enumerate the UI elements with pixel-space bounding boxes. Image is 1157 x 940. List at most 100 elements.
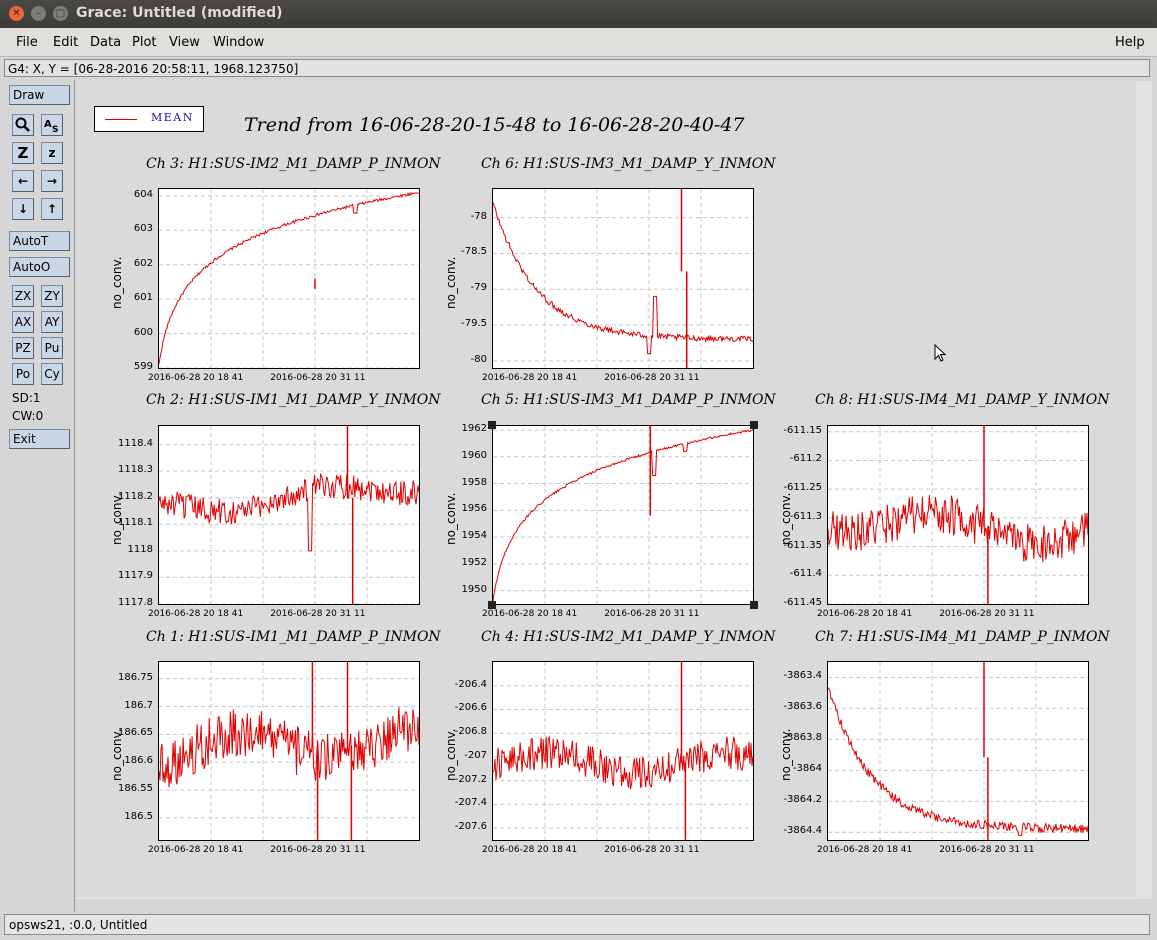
plot-area[interactable] bbox=[158, 188, 420, 369]
arrow-left-icon: ← bbox=[17, 174, 29, 188]
scroll-up-button[interactable]: ↑ bbox=[41, 198, 63, 220]
svg-text:S: S bbox=[52, 125, 58, 135]
y-tick-label: -207.2 bbox=[454, 773, 487, 785]
minimize-window-icon[interactable]: – bbox=[31, 6, 46, 21]
plot-area[interactable] bbox=[492, 661, 754, 841]
y-tick-label: 1117.9 bbox=[118, 570, 153, 582]
selection-handle[interactable] bbox=[750, 601, 758, 609]
legend-line bbox=[105, 119, 137, 120]
autoo-button[interactable]: AutoO bbox=[9, 257, 70, 277]
autot-button[interactable]: AutoT bbox=[9, 231, 70, 251]
zy-button[interactable]: ZY bbox=[41, 285, 63, 307]
x-tick-label: 2016-06-28 20 18 41 bbox=[148, 845, 244, 855]
plot-canvas[interactable]: MEAN Trend from 16-06-28-20-15-48 to 16-… bbox=[76, 81, 1136, 897]
plot-svg bbox=[493, 426, 753, 604]
plot-svg bbox=[159, 662, 419, 840]
y-tick-label: 602 bbox=[133, 257, 153, 269]
menu-help[interactable]: Help bbox=[1115, 35, 1145, 50]
mouse-cursor-icon bbox=[934, 344, 947, 362]
selection-handle[interactable] bbox=[488, 421, 496, 429]
series-line-mean bbox=[159, 472, 419, 552]
y-tick-label: -79 bbox=[470, 282, 487, 294]
plot-svg bbox=[828, 426, 1088, 604]
legend-label: MEAN bbox=[151, 111, 194, 124]
y-tick-label: 1118.3 bbox=[118, 464, 153, 476]
y-tick-label: 1960 bbox=[461, 449, 487, 461]
zx-button[interactable]: ZX bbox=[12, 285, 34, 307]
y-tick-label: 604 bbox=[133, 188, 153, 200]
y-tick-label: 601 bbox=[133, 292, 153, 304]
arrow-down-icon: ↓ bbox=[17, 202, 29, 216]
y-tick-label: 1118 bbox=[127, 543, 153, 555]
menu-window[interactable]: Window bbox=[213, 35, 264, 50]
menu-plot[interactable]: Plot bbox=[132, 35, 157, 50]
y-tick-label: -206.8 bbox=[454, 726, 487, 738]
menu-bar: File Edit Data Plot View Window Help bbox=[0, 28, 1157, 57]
maximize-window-icon[interactable]: □ bbox=[53, 6, 68, 21]
selection-handle[interactable] bbox=[750, 421, 758, 429]
menu-view[interactable]: View bbox=[169, 35, 200, 50]
exit-button[interactable]: Exit bbox=[9, 429, 70, 449]
y-tick-label: 1118.1 bbox=[118, 517, 153, 529]
tool-panel: Draw AS Z z ← → ↓ ↑ AutoT AutoO ZX ZY AX… bbox=[0, 80, 75, 912]
cy-button[interactable]: Cy bbox=[41, 363, 63, 385]
zoom-button[interactable] bbox=[12, 114, 34, 136]
menu-data[interactable]: Data bbox=[90, 35, 121, 50]
x-tick-label: 2016-06-28 20 18 41 bbox=[817, 609, 913, 619]
window-title: Grace: Untitled (modified) bbox=[76, 5, 283, 21]
y-tick-label: -3863.8 bbox=[783, 732, 822, 744]
plot-svg bbox=[828, 662, 1088, 840]
arrow-right-icon: → bbox=[46, 174, 58, 188]
autoscale-button[interactable]: AS bbox=[41, 114, 63, 136]
ay-button[interactable]: AY bbox=[41, 311, 63, 333]
menu-file[interactable]: File bbox=[16, 35, 38, 50]
plot-svg bbox=[159, 189, 419, 368]
canvas-area[interactable]: MEAN Trend from 16-06-28-20-15-48 to 16-… bbox=[76, 81, 1152, 899]
plot-area[interactable] bbox=[492, 188, 754, 369]
status-bar: opsws21, :0.0, Untitled bbox=[4, 914, 1150, 935]
zoom-out-button[interactable]: z bbox=[41, 142, 63, 164]
x-tick-label: 2016-06-28 20 31 11 bbox=[604, 609, 700, 619]
scroll-right-button[interactable]: → bbox=[41, 170, 63, 192]
y-tick-label: -611.35 bbox=[783, 539, 822, 551]
pz-button[interactable]: PZ bbox=[12, 337, 34, 359]
x-tick-label: 2016-06-28 20 31 11 bbox=[604, 845, 700, 855]
y-tick-label: -611.2 bbox=[789, 453, 822, 465]
draw-button[interactable]: Draw bbox=[9, 85, 70, 105]
plot-area[interactable] bbox=[158, 661, 420, 841]
locator-display: G4: X, Y = [06-28-2016 20:58:11, 1968.12… bbox=[4, 59, 1150, 77]
plot-area[interactable] bbox=[827, 661, 1089, 841]
y-tick-label: 600 bbox=[133, 326, 153, 338]
chart-title: Ch 6: H1:SUS-IM3_M1_DAMP_Y_INMON bbox=[481, 156, 776, 172]
current-world-label: CW:0 bbox=[12, 409, 44, 423]
y-tick-label: 186.5 bbox=[124, 810, 153, 822]
zoom-in-button[interactable]: Z bbox=[12, 142, 34, 164]
y-tick-label: 1952 bbox=[461, 556, 487, 568]
y-tick-label: 1954 bbox=[461, 530, 487, 542]
menu-edit[interactable]: Edit bbox=[53, 35, 78, 50]
plot-area[interactable] bbox=[492, 425, 754, 605]
close-window-icon[interactable]: ✕ bbox=[9, 6, 24, 21]
plot-area[interactable] bbox=[827, 425, 1089, 605]
plot-area[interactable] bbox=[158, 425, 420, 605]
plot-svg bbox=[493, 189, 753, 368]
scroll-down-button[interactable]: ↓ bbox=[12, 198, 34, 220]
y-tick-label: -611.15 bbox=[783, 424, 822, 436]
zoom-in-icon: Z bbox=[17, 144, 29, 162]
y-tick-label: -3864.2 bbox=[783, 794, 822, 806]
chart-title: Ch 5: H1:SUS-IM3_M1_DAMP_P_INMON bbox=[481, 392, 776, 408]
series-line-mean bbox=[493, 202, 753, 355]
set-depth-label: SD:1 bbox=[12, 391, 41, 405]
po-button[interactable]: Po bbox=[12, 363, 34, 385]
ax-button[interactable]: AX bbox=[12, 311, 34, 333]
scroll-left-button[interactable]: ← bbox=[12, 170, 34, 192]
zoom-out-icon: z bbox=[48, 146, 56, 160]
y-tick-label: -3863.4 bbox=[783, 670, 822, 682]
y-tick-label: 186.65 bbox=[118, 727, 153, 739]
y-tick-label: -80 bbox=[470, 353, 487, 365]
x-tick-label: 2016-06-28 20 18 41 bbox=[148, 609, 244, 619]
y-tick-label: 1962 bbox=[461, 423, 487, 434]
pu-button[interactable]: Pu bbox=[41, 337, 63, 359]
series-line-mean bbox=[828, 495, 1088, 563]
selection-handle[interactable] bbox=[488, 601, 496, 609]
